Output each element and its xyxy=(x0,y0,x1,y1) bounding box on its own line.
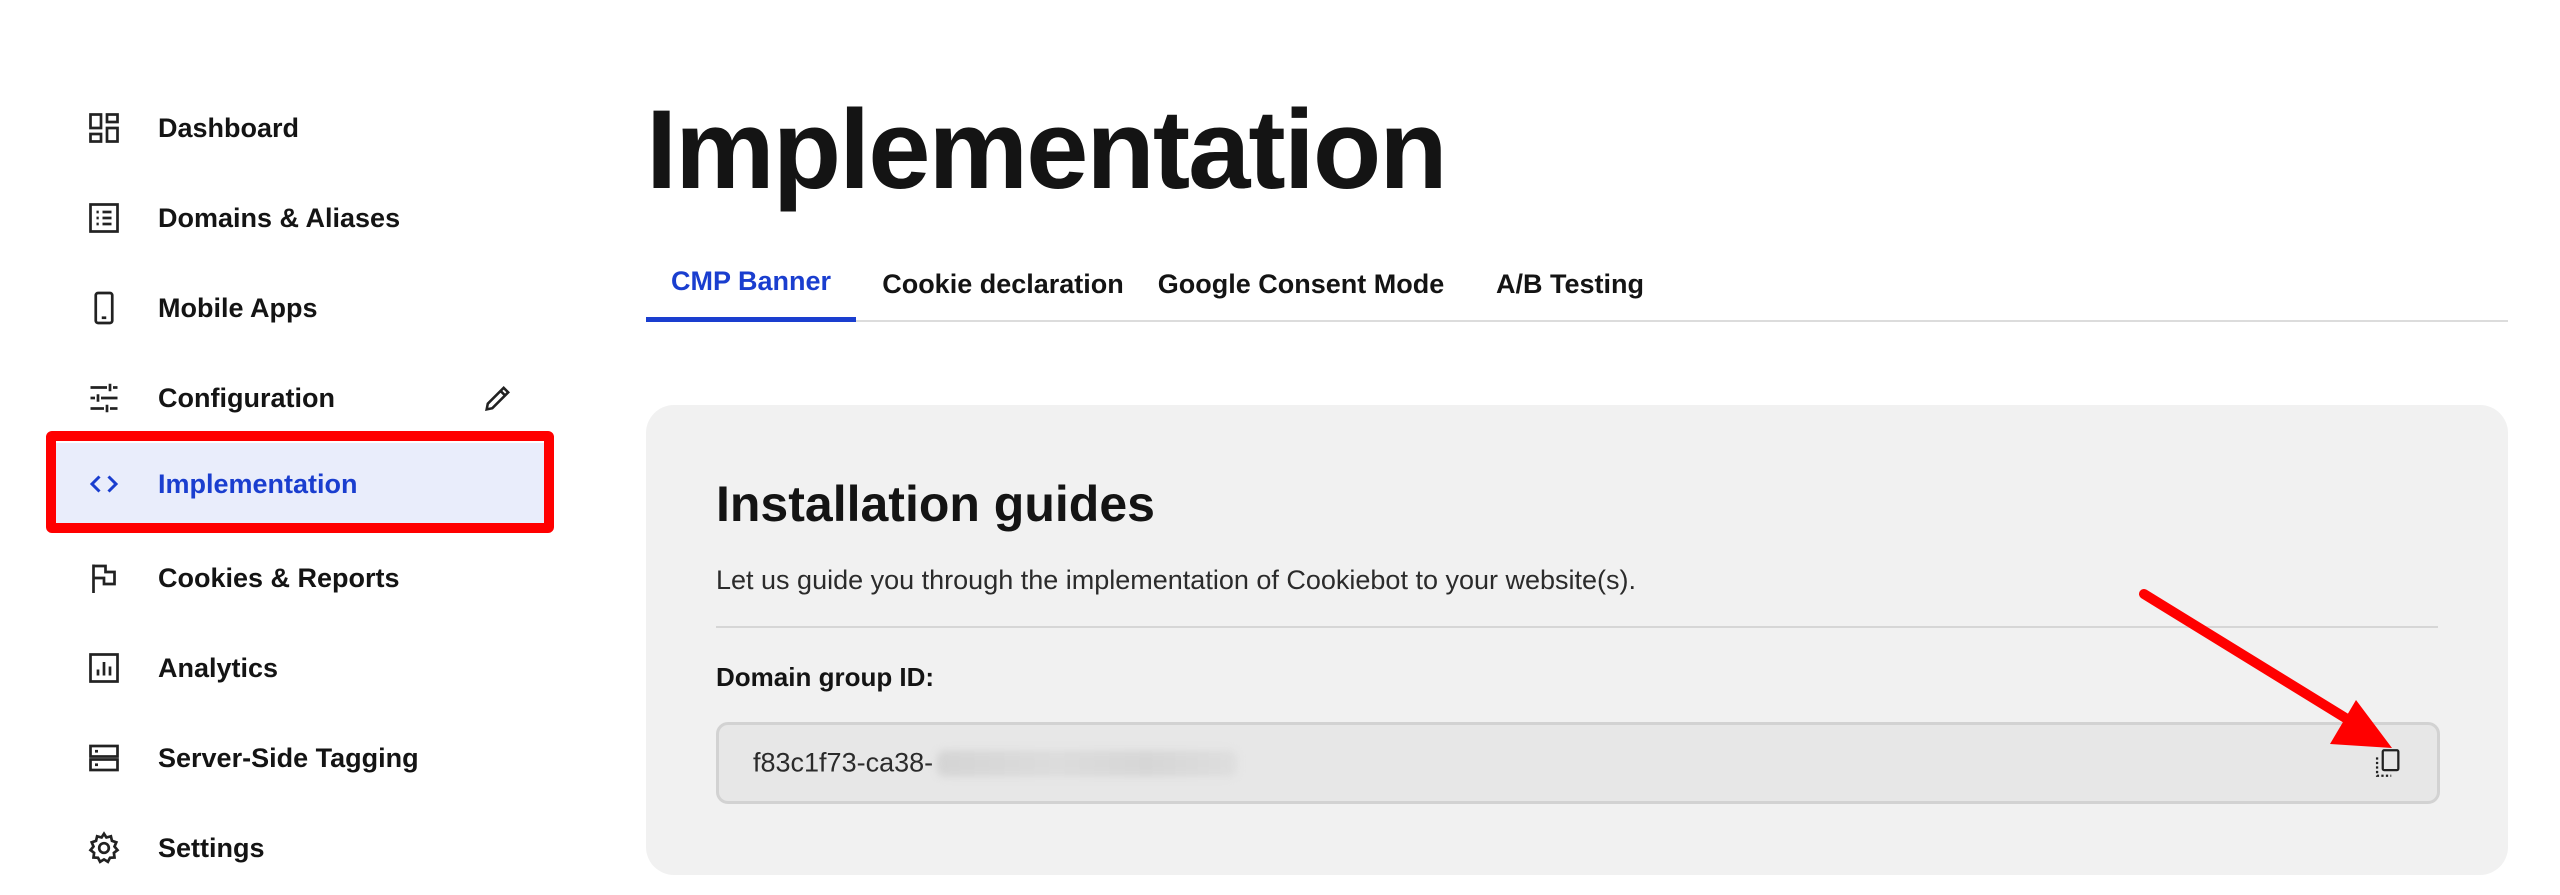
tab-cookie-declaration[interactable]: Cookie declaration xyxy=(878,246,1128,322)
sidebar-item-label: Domains & Aliases xyxy=(158,202,401,233)
card-description: Let us guide you through the implementat… xyxy=(716,565,1637,595)
tab-cmp-banner[interactable]: CMP Banner xyxy=(646,246,856,322)
copy-icon[interactable] xyxy=(2367,743,2407,783)
sidebar-item-label: Dashboard xyxy=(158,112,300,143)
sidebar-item-label: Cookies & Reports xyxy=(158,562,400,593)
pencil-icon[interactable] xyxy=(478,378,518,418)
card-title: Installation guides xyxy=(716,476,1155,532)
sidebar-item-settings[interactable]: Settings xyxy=(46,803,552,893)
tab-ab-testing[interactable]: A/B Testing xyxy=(1492,246,1648,322)
flag-icon xyxy=(84,558,124,598)
sidebar-item-analytics[interactable]: Analytics xyxy=(46,623,552,713)
sidebar-item-label: Analytics xyxy=(158,652,279,683)
gear-icon xyxy=(84,828,124,868)
list-icon xyxy=(84,198,124,238)
domain-group-id-label: Domain group ID: xyxy=(716,662,935,692)
redacted-value xyxy=(937,750,1238,776)
sidebar-item-domains-aliases[interactable]: Domains & Aliases xyxy=(46,173,552,263)
sidebar-item-label: Implementation xyxy=(158,468,358,499)
sidebar-item-configuration[interactable]: Configuration xyxy=(46,353,552,443)
domain-group-id-field[interactable]: f83c1f73-ca38- xyxy=(716,722,2440,804)
sidebar-item-server-side-tagging[interactable]: Server-Side Tagging xyxy=(46,713,552,803)
sidebar-item-mobile-apps[interactable]: Mobile Apps xyxy=(46,263,552,353)
tab-bar: CMP Banner Cookie declaration Google Con… xyxy=(646,246,2508,322)
server-icon xyxy=(84,738,124,778)
sidebar-item-label: Server-Side Tagging xyxy=(158,742,419,773)
sidebar-item-label: Mobile Apps xyxy=(158,292,318,323)
sidebar-item-label: Configuration xyxy=(158,382,335,413)
sidebar-item-dashboard[interactable]: Dashboard xyxy=(46,83,552,173)
sidebar-item-label: Settings xyxy=(158,832,265,863)
domain-group-id-text: f83c1f73-ca38- xyxy=(753,747,934,778)
divider xyxy=(716,626,2438,628)
page-title: Implementation xyxy=(646,87,1448,212)
tab-google-consent-mode[interactable]: Google Consent Mode xyxy=(1156,246,1446,322)
analytics-icon xyxy=(84,648,124,688)
dashboard-icon xyxy=(84,108,124,148)
mobile-icon xyxy=(84,288,124,328)
sidebar-item-implementation[interactable]: Implementation xyxy=(46,443,552,525)
sidebar-item-cookies-reports[interactable]: Cookies & Reports xyxy=(46,533,552,623)
sidebar: Dashboard Domains & Aliases Mobile Apps xyxy=(0,0,600,895)
domain-group-id-value: f83c1f73-ca38- xyxy=(753,747,1238,779)
code-icon xyxy=(84,464,124,504)
installation-guides-card: Installation guides Let us guide you thr… xyxy=(646,405,2508,875)
sliders-icon xyxy=(84,378,124,418)
